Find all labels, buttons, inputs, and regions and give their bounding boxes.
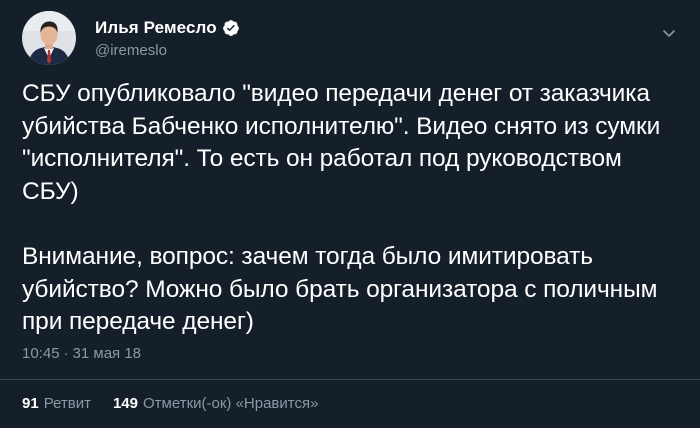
tweet-paragraph-2: Внимание, вопрос: зачем тогда было имити…: [22, 242, 665, 336]
author-handle[interactable]: @iremeslo: [95, 42, 240, 59]
likes-label: Отметки(-ок) «Нравится»: [143, 395, 319, 412]
author-display-name[interactable]: Илья Ремесло: [95, 18, 217, 38]
author-info: Илья Ремесло @iremeslo: [95, 18, 240, 59]
meta-separator: ·: [63, 345, 69, 362]
verified-badge-icon: [222, 19, 240, 37]
divider: [0, 379, 700, 380]
tweet-text: СБУ опубликовало "видео передачи денег о…: [22, 78, 682, 339]
avatar[interactable]: [22, 11, 76, 65]
tweet-paragraph-1: СБУ опубликовало "видео передачи денег о…: [22, 80, 667, 205]
tweet-date: 31 мая 18: [72, 345, 142, 362]
retweets-stat[interactable]: 91 Ретвит: [22, 395, 91, 412]
name-row: Илья Ремесло: [95, 18, 240, 38]
retweets-label: Ретвит: [43, 395, 91, 412]
retweets-count: 91: [22, 395, 39, 412]
tweet-card: Илья Ремесло @iremeslo СБУ опубликовало …: [0, 0, 700, 428]
tweet-timestamp[interactable]: 10:45 · 31 мая 18: [22, 345, 141, 362]
chevron-down-icon[interactable]: [660, 24, 678, 42]
tweet-header: Илья Ремесло @iremeslo: [22, 10, 240, 66]
avatar-image: [22, 11, 76, 65]
likes-count: 149: [112, 395, 138, 412]
likes-stat[interactable]: 149 Отметки(-ок) «Нравится»: [113, 395, 318, 412]
tweet-stats: 91 Ретвит 149 Отметки(-ок) «Нравится»: [22, 395, 318, 412]
tweet-time: 10:45: [22, 345, 60, 362]
